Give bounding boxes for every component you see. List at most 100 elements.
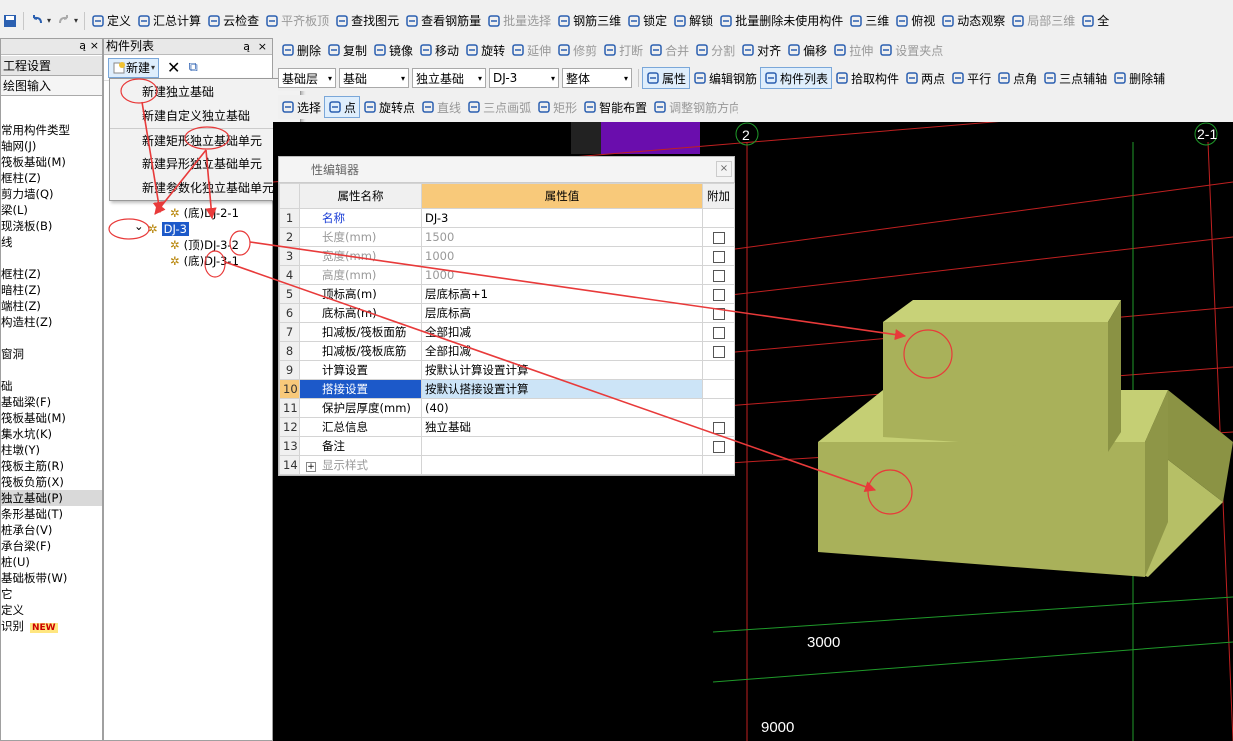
property-row[interactable]: 10 搭接设置 按默认搭接设置计算 [279,379,735,399]
tab-project-settings[interactable]: 工程设置 [1,56,102,76]
property-value[interactable] [421,455,703,475]
extra-checkbox[interactable] [712,250,725,263]
main-tool-button-15[interactable]: 全 [1078,10,1112,32]
edit-tool-button-13[interactable]: 设置夹点 [876,39,946,61]
pin-icon[interactable]: ą [79,39,86,52]
new-button[interactable]: 新建 ▾ [108,57,160,78]
main-tool-button-6[interactable]: 批量选择 [484,10,554,32]
extra-checkbox[interactable] [712,421,725,434]
component-type-item[interactable]: 筏板基础(M) [1,410,102,426]
component-type-item[interactable]: 独立基础(P) [1,490,102,506]
layer-tool-button-5[interactable]: 平行 [948,67,994,89]
component-type-item[interactable]: 常用构件类型 [1,122,102,138]
main-tool-button-0[interactable]: 定义 [88,10,134,32]
property-row[interactable]: 13 备注 [279,436,735,456]
edit-tool-button-9[interactable]: 分割 [692,39,738,61]
property-row[interactable]: 6 底标高(m) 层底标高 [279,303,735,323]
draw-tool-button-4[interactable]: 三点画弧 [464,96,534,118]
component-type-item[interactable]: 线 [1,234,102,250]
extra-checkbox-cell[interactable] [702,265,735,285]
extra-checkbox[interactable] [712,326,725,339]
edit-tool-button-5[interactable]: 延伸 [508,39,554,61]
draw-tool-button-0[interactable]: 选择 [278,96,324,118]
main-tool-button-14[interactable]: 局部三维 [1008,10,1078,32]
component-tree-node[interactable]: ⌄ ✲ DJ-3 [104,219,272,237]
property-value[interactable]: 全部扣减 [421,322,703,342]
layer-tool-button-2[interactable]: 构件列表 [760,67,833,89]
extra-checkbox-cell[interactable] [702,436,735,456]
layer-tool-button-8[interactable]: 删除辅 [1110,67,1168,89]
component-type-item[interactable]: 筏板主筋(R) [1,458,102,474]
main-tool-button-4[interactable]: 查找图元 [332,10,402,32]
component-type-item[interactable]: 构造柱(Z) [1,314,102,330]
main-tool-button-11[interactable]: 三维 [846,10,892,32]
edit-tool-button-8[interactable]: 合并 [646,39,692,61]
layer-tool-button-7[interactable]: 三点辅轴 [1040,67,1110,89]
new-menu-item[interactable]: 新建异形独立基础单元 [110,152,300,176]
close-icon[interactable]: × [716,161,732,177]
main-tool-button-7[interactable]: 钢筋三维 [554,10,624,32]
layer-tool-button-6[interactable]: 点角 [994,67,1040,89]
property-row[interactable]: 8 扣减板/筏板底筋 全部扣减 [279,341,735,361]
extra-checkbox[interactable] [712,231,725,244]
new-menu-item[interactable]: 新建参数化独立基础单元 [110,176,300,200]
edit-tool-button-7[interactable]: 打断 [600,39,646,61]
edit-tool-button-0[interactable]: 删除 [278,39,324,61]
component-type-item[interactable]: 识别 NEW [1,618,102,634]
component-type-item[interactable]: 柱墩(Y) [1,442,102,458]
extra-checkbox-cell[interactable] [702,284,735,304]
copy-icon[interactable]: ⧉ [188,60,197,75]
extra-checkbox[interactable] [712,345,725,358]
property-row[interactable]: 9 计算设置 按默认计算设置计算 [279,360,735,380]
draw-tool-button-7[interactable]: 调整钢筋方向 [650,96,738,118]
property-value[interactable]: 1000 [421,246,703,266]
edit-tool-button-3[interactable]: 移动 [416,39,462,61]
type-select[interactable]: 独立基础 ▾ [412,68,486,88]
component-type-item[interactable]: 窗洞 [1,346,102,362]
component-tree-node[interactable]: ✲ (底)DJ-2-1 [104,205,272,221]
property-row[interactable]: 12 汇总信息 独立基础 [279,417,735,437]
property-value[interactable]: 全部扣减 [421,341,703,361]
component-type-item[interactable]: 基础板带(W) [1,570,102,586]
component-type-item[interactable]: 它 [1,586,102,602]
delete-icon[interactable]: ✕ [167,58,180,77]
component-type-item[interactable]: 框柱(Z) [1,170,102,186]
property-row[interactable]: 7 扣减板/筏板面筋 全部扣减 [279,322,735,342]
property-value[interactable]: 层底标高+1 [421,284,703,304]
extra-checkbox-cell[interactable] [702,227,735,247]
tab-drawing-input[interactable]: 绘图输入 [1,76,102,96]
close-icon[interactable]: × [258,39,267,54]
property-value[interactable]: 按默认搭接设置计算 [421,379,703,399]
extra-checkbox-cell[interactable] [702,417,735,437]
component-type-item[interactable]: 条形基础(T) [1,506,102,522]
edit-tool-button-4[interactable]: 旋转 [462,39,508,61]
property-value[interactable]: 独立基础 [421,417,703,437]
component-type-item[interactable]: 筏板负筋(X) [1,474,102,490]
layer-tool-button-0[interactable]: 属性 [642,67,691,89]
component-type-item[interactable]: 集水坑(K) [1,426,102,442]
property-value[interactable]: DJ-3 [421,208,703,228]
edit-tool-button-10[interactable]: 对齐 [738,39,784,61]
component-type-item[interactable]: 础 [1,378,102,394]
draw-tool-button-1[interactable]: 点 [324,96,361,118]
extra-checkbox[interactable] [712,440,725,453]
component-type-item[interactable]: 定义 [1,602,102,618]
property-value[interactable]: 1500 [421,227,703,247]
edit-tool-button-1[interactable]: 复制 [324,39,370,61]
main-tool-button-5[interactable]: 查看钢筋量 [402,10,484,32]
floor-select[interactable]: 基础层 ▾ [278,68,336,88]
property-value[interactable]: 按默认计算设置计算 [421,360,703,380]
property-row[interactable]: 5 顶标高(m) 层底标高+1 [279,284,735,304]
property-value[interactable]: 层底标高 [421,303,703,323]
main-tool-button-2[interactable]: 云检查 [204,10,262,32]
new-menu-item[interactable]: 新建独立基础 [110,80,300,104]
edit-tool-button-11[interactable]: 偏移 [784,39,830,61]
draw-tool-button-3[interactable]: 直线 [418,96,464,118]
component-type-item[interactable]: 暗柱(Z) [1,282,102,298]
redo-button[interactable]: ▾ [54,10,81,32]
main-tool-button-13[interactable]: 动态观察 [938,10,1008,32]
property-row[interactable]: 1 名称 DJ-3 [279,208,735,228]
component-type-item[interactable]: 桩(U) [1,554,102,570]
draw-tool-button-5[interactable]: 矩形 [534,96,580,118]
extra-checkbox[interactable] [712,269,725,282]
